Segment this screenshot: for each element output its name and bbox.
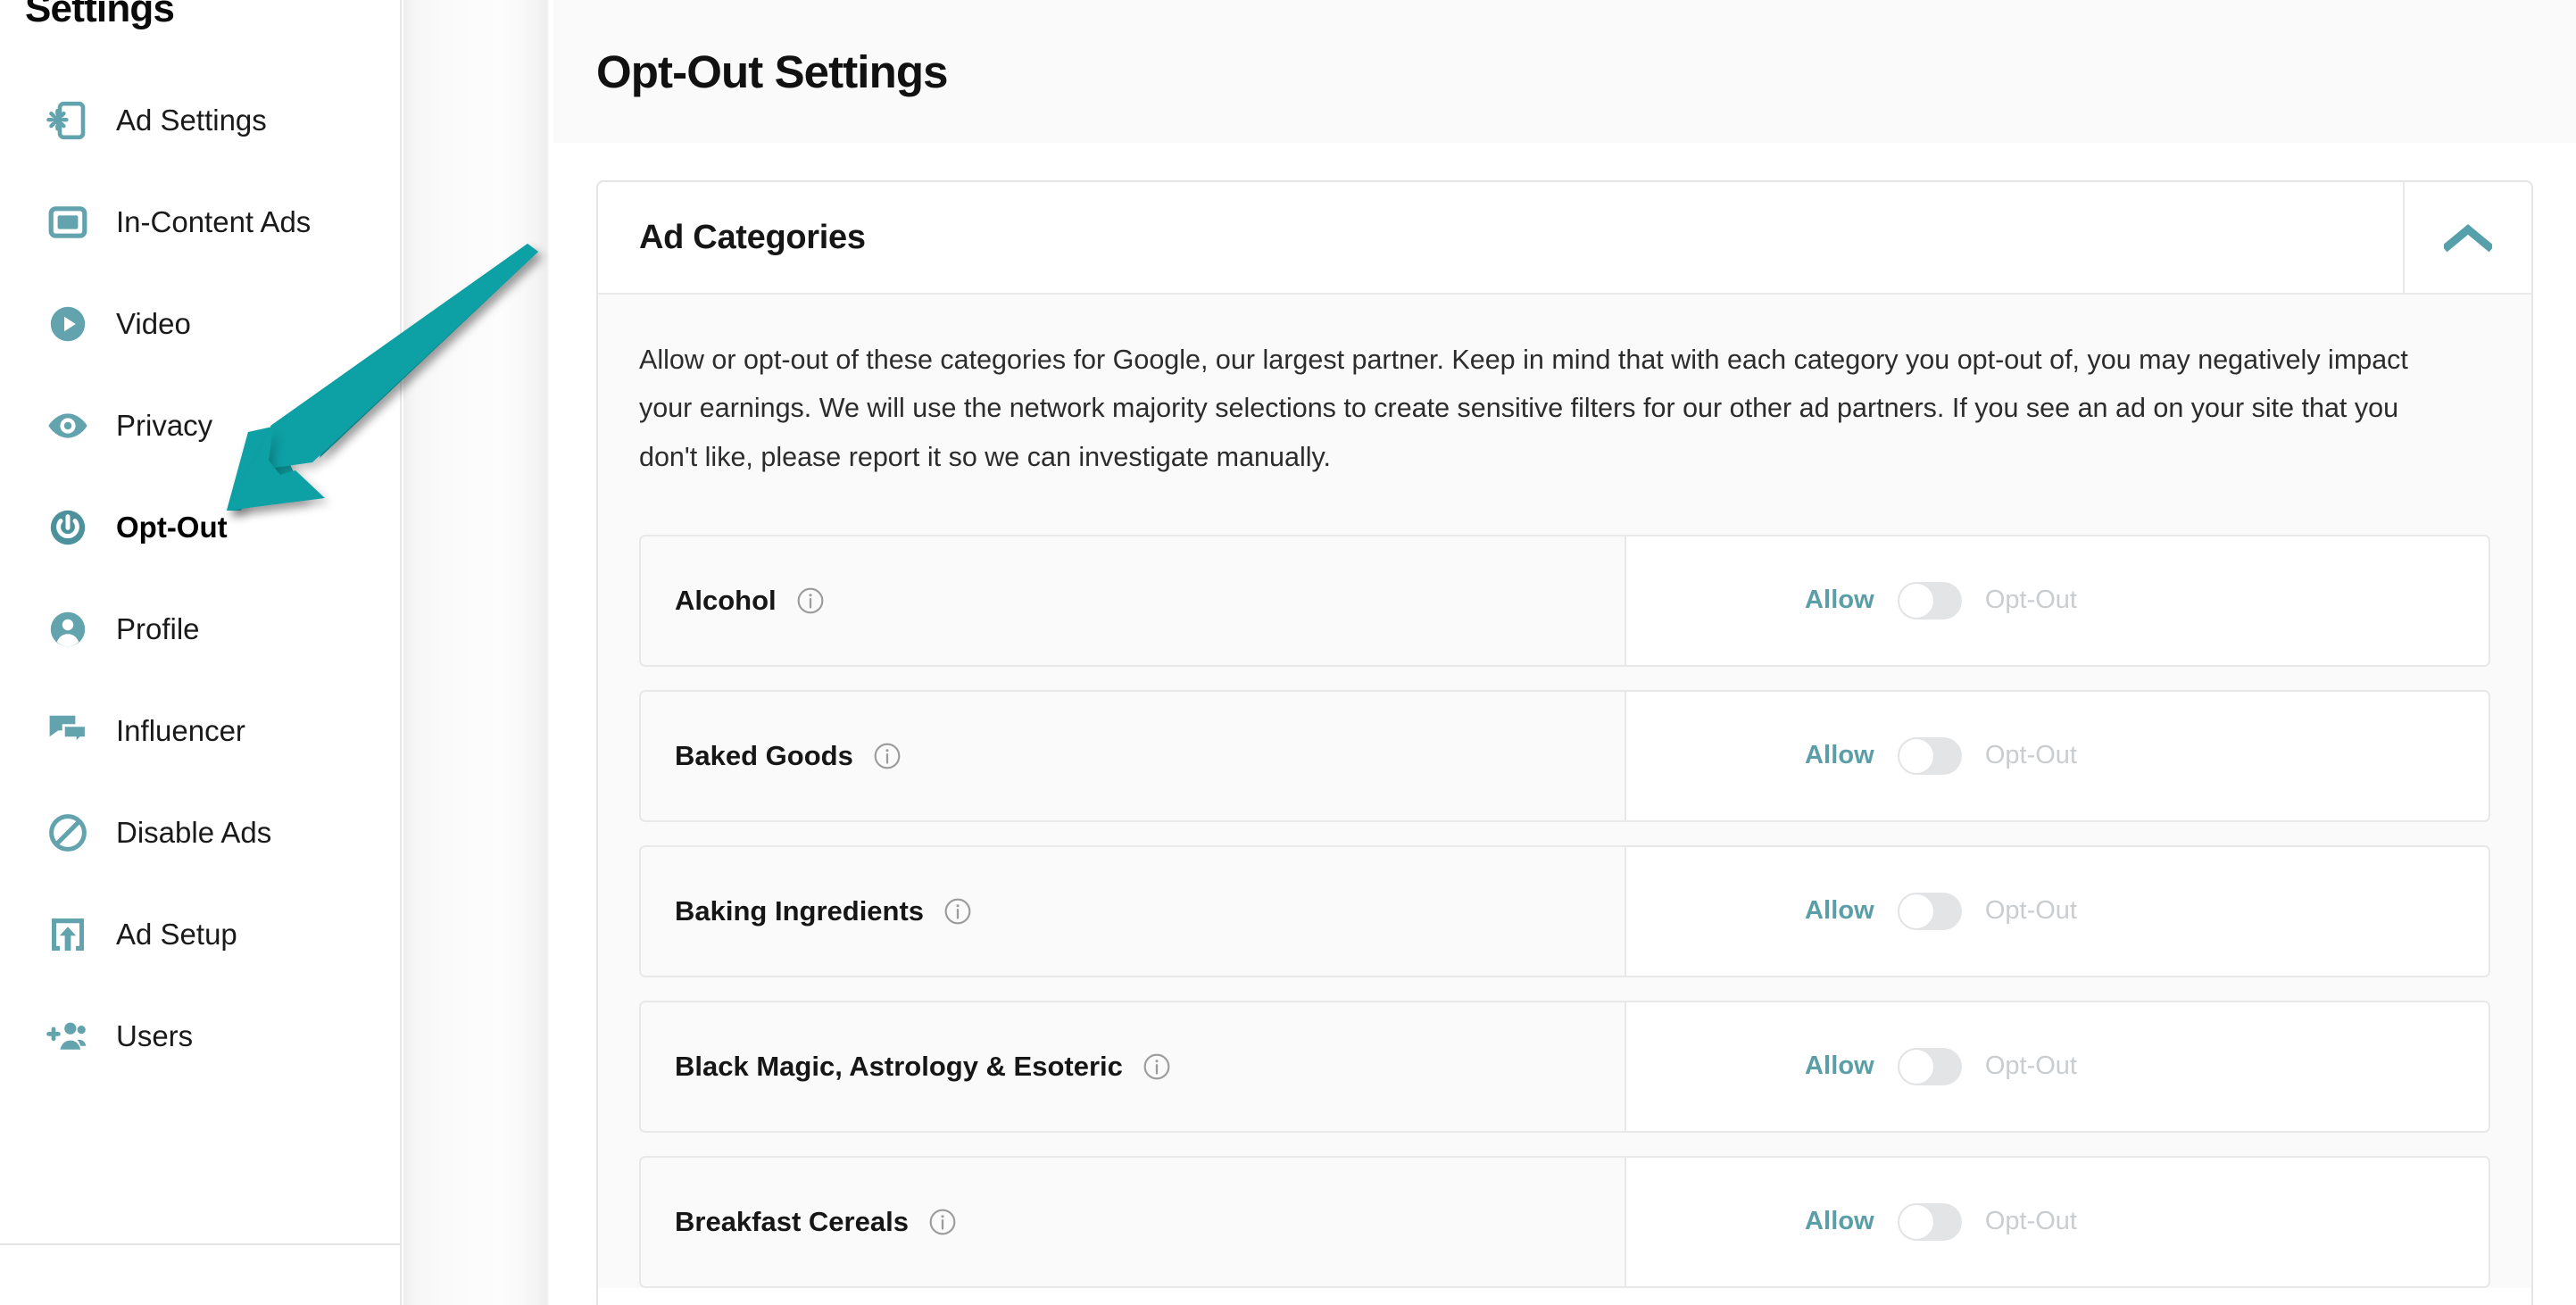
card-description: Allow or opt-out of these categories for…	[639, 295, 2442, 497]
sidebar-title: Settings	[0, 0, 400, 30]
category-row: Baked Goods Allow Opt-Out	[639, 690, 2490, 822]
power-icon	[45, 504, 91, 551]
optout-label: Opt-Out	[1985, 896, 2077, 926]
category-label-cell: Baking Ingredients	[641, 847, 1626, 976]
disable-ads-icon	[45, 810, 91, 856]
sidebar-main-gap	[403, 0, 553, 1305]
sidebar-bottom-divider	[0, 1243, 400, 1245]
optout-label: Opt-Out	[1985, 1051, 2077, 1081]
toggle-knob	[1899, 583, 1934, 619]
allow-label: Allow	[1805, 1207, 1874, 1236]
category-toggle-cell: Allow Opt-Out	[1626, 847, 2489, 976]
main-content: Opt-Out Settings Ad Categories Allow or …	[553, 0, 2576, 1305]
category-list: Alcohol Allow Opt-Out Baked Goods Allow Opt-O…	[639, 497, 2490, 1288]
category-name: Alcohol	[675, 585, 777, 617]
info-icon[interactable]	[1143, 1052, 1171, 1081]
ad-setup-upload-icon	[45, 911, 91, 958]
allow-label: Allow	[1805, 741, 1874, 770]
allow-optout-toggle[interactable]	[1898, 582, 1962, 619]
category-label-cell: Breakfast Cereals	[641, 1158, 1626, 1286]
optout-label: Opt-Out	[1985, 1207, 2077, 1236]
allow-optout-toggle[interactable]	[1898, 737, 1962, 775]
category-name: Breakfast Cereals	[675, 1206, 909, 1238]
sidebar-item-influencer[interactable]: Influencer	[0, 680, 400, 782]
page-header: Opt-Out Settings	[553, 0, 2576, 143]
optout-label: Opt-Out	[1985, 741, 2077, 770]
category-row: Black Magic, Astrology & Esoteric Allow Op…	[639, 1001, 2490, 1133]
category-row: Alcohol Allow Opt-Out	[639, 535, 2490, 667]
category-label-cell: Black Magic, Astrology & Esoteric	[641, 1002, 1626, 1131]
category-name: Baked Goods	[675, 740, 853, 772]
category-name: Black Magic, Astrology & Esoteric	[675, 1051, 1123, 1083]
category-row: Breakfast Cereals Allow Opt-Out	[639, 1156, 2490, 1288]
sidebar-item-ad-setup[interactable]: Ad Setup	[0, 884, 400, 985]
toggle-knob	[1899, 738, 1934, 774]
sidebar-item-label: In-Content Ads	[116, 205, 311, 239]
info-icon[interactable]	[796, 586, 825, 615]
ad-categories-card: Ad Categories Allow or opt-out of these …	[596, 180, 2533, 1305]
info-icon[interactable]	[873, 742, 902, 770]
in-content-ads-icon	[45, 199, 91, 245]
sidebar-item-opt-out[interactable]: Opt-Out	[0, 477, 400, 578]
allow-label: Allow	[1805, 896, 1874, 926]
sidebar-item-label: Profile	[116, 612, 200, 646]
sidebar-item-label: Ad Settings	[116, 104, 267, 137]
sidebar-nav: Ad Settings In-Content Ads	[0, 70, 400, 1087]
sidebar-item-in-content-ads[interactable]: In-Content Ads	[0, 171, 400, 273]
category-name: Baking Ingredients	[675, 895, 924, 927]
category-toggle-cell: Allow Opt-Out	[1626, 1158, 2489, 1286]
sidebar-item-video[interactable]: Video	[0, 273, 400, 375]
privacy-eye-icon	[45, 403, 91, 449]
allow-optout-toggle[interactable]	[1898, 1048, 1962, 1085]
category-toggle-cell: Allow Opt-Out	[1626, 536, 2489, 665]
sidebar-item-label: Video	[116, 307, 191, 341]
settings-sidebar: Settings Ad Settings	[0, 0, 402, 1305]
sidebar-item-privacy[interactable]: Privacy	[0, 375, 400, 477]
ad-categories-card-header: Ad Categories	[598, 182, 2531, 295]
toggle-knob	[1899, 894, 1934, 929]
optout-label: Opt-Out	[1985, 586, 2077, 615]
category-toggle-cell: Allow Opt-Out	[1626, 1002, 2489, 1131]
allow-label: Allow	[1805, 586, 1874, 615]
sidebar-item-label: Ad Setup	[116, 918, 237, 952]
sidebar-item-ad-settings[interactable]: Ad Settings	[0, 70, 400, 171]
info-icon[interactable]	[943, 897, 972, 926]
add-users-icon	[45, 1013, 91, 1060]
influencer-chat-icon	[45, 708, 91, 754]
sidebar-item-label: Influencer	[116, 714, 245, 748]
profile-icon	[45, 606, 91, 652]
sidebar-item-label: Users	[116, 1019, 193, 1053]
video-icon	[45, 301, 91, 347]
app-root: Settings Ad Settings	[0, 0, 2576, 1305]
ad-categories-card-body: Allow or opt-out of these categories for…	[598, 295, 2531, 1288]
card-title: Ad Categories	[598, 182, 2403, 293]
chevron-up-icon	[2444, 222, 2492, 253]
allow-optout-toggle[interactable]	[1898, 1203, 1962, 1241]
info-icon[interactable]	[928, 1208, 957, 1236]
sidebar-item-label: Opt-Out	[116, 511, 228, 544]
sidebar-item-label: Disable Ads	[116, 816, 271, 850]
category-label-cell: Alcohol	[641, 536, 1626, 665]
allow-label: Allow	[1805, 1051, 1874, 1081]
sidebar-item-profile[interactable]: Profile	[0, 578, 400, 680]
sidebar-item-users[interactable]: Users	[0, 985, 400, 1087]
category-toggle-cell: Allow Opt-Out	[1626, 692, 2489, 820]
category-label-cell: Baked Goods	[641, 692, 1626, 820]
collapse-card-button[interactable]	[2403, 182, 2531, 293]
category-row: Baking Ingredients Allow Opt-Out	[639, 845, 2490, 977]
page-title: Opt-Out Settings	[596, 46, 948, 98]
allow-optout-toggle[interactable]	[1898, 893, 1962, 930]
ad-settings-icon	[45, 97, 91, 144]
toggle-knob	[1899, 1204, 1934, 1240]
toggle-knob	[1899, 1049, 1934, 1085]
sidebar-item-label: Privacy	[116, 409, 212, 443]
sidebar-item-disable-ads[interactable]: Disable Ads	[0, 782, 400, 884]
